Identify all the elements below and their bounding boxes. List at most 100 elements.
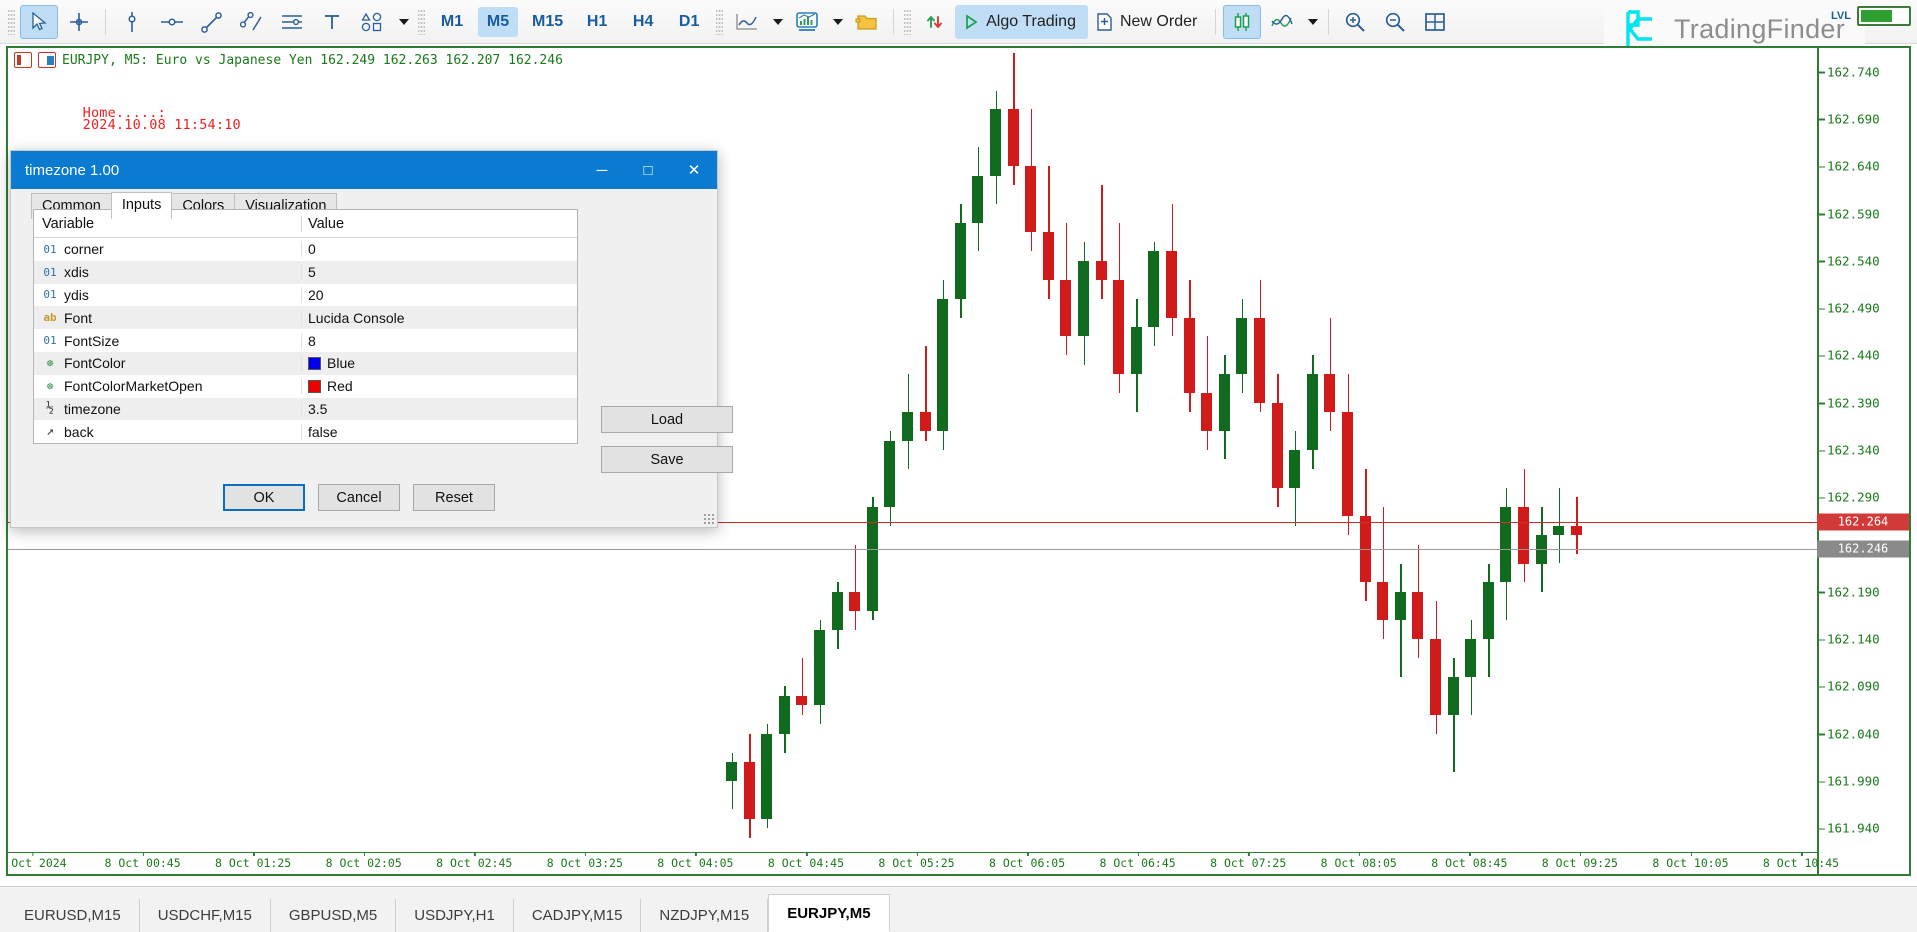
price-tick: 162.290 [1827, 490, 1880, 505]
input-variable-cell: 01xdis [34, 264, 301, 280]
timeframe-h1[interactable]: H1 [577, 7, 617, 37]
candle-body [849, 592, 860, 611]
timeframe-grip[interactable] [418, 9, 425, 35]
input-row-corner[interactable]: 01corner0 [34, 238, 577, 261]
trade-grip[interactable] [904, 9, 911, 35]
timeframe-m1[interactable]: M1 [432, 7, 472, 37]
zoom-out-icon[interactable] [1376, 5, 1414, 39]
input-value-cell[interactable]: Blue [301, 355, 577, 371]
symbol-tab-cadjpy-m15[interactable]: CADJPY,M15 [514, 899, 642, 932]
timeframe-m15[interactable]: M15 [524, 7, 571, 37]
input-value-cell[interactable]: 8 [301, 333, 577, 349]
input-value-text: 0 [308, 241, 316, 257]
session-row-home: Home.....: 2024.10.08 11:54:10 [16, 94, 241, 143]
candle-body [1219, 374, 1230, 431]
type-num-icon: 01 [42, 266, 58, 279]
input-value-cell[interactable]: Red [301, 378, 577, 394]
indicators-icon[interactable] [788, 5, 826, 39]
candle-body [1342, 412, 1353, 516]
symbol-tab-eurjpy-m5[interactable]: EURJPY,M5 [768, 894, 889, 932]
input-value-cell[interactable]: 0 [301, 241, 577, 257]
symbol-tab-eurusd-m15[interactable]: EURUSD,M15 [6, 899, 140, 932]
timeframe-h4[interactable]: H4 [623, 7, 663, 37]
text-tool-button[interactable] [313, 5, 351, 39]
candle-wick [855, 545, 857, 630]
cursor-tool-button[interactable] [20, 5, 58, 39]
candlesticks-icon[interactable] [1223, 5, 1261, 39]
candle-body [1483, 582, 1494, 639]
input-row-ydis[interactable]: 01ydis20 [34, 284, 577, 307]
symbol-tab-gbpusd-m5[interactable]: GBPUSD,M5 [271, 899, 396, 932]
input-row-fontcolormarketopen[interactable]: ☸FontColorMarketOpenRed [34, 375, 577, 398]
line-chart-icon[interactable] [728, 5, 766, 39]
input-row-fontcolor[interactable]: ☸FontColorBlue [34, 352, 577, 375]
input-row-fontsize[interactable]: 01FontSize8 [34, 329, 577, 352]
dialog-titlebar[interactable]: timezone 1.00 ─ □ ✕ [11, 151, 717, 189]
ea-properties-dialog[interactable]: timezone 1.00 ─ □ ✕ Common Inputs Colors… [10, 150, 718, 528]
input-variable-cell: ☸FontColor [34, 355, 301, 371]
candle-body [779, 696, 790, 734]
dialog-resize-grip[interactable] [703, 513, 715, 525]
shapes-dropdown-arrow[interactable] [393, 5, 413, 39]
load-button[interactable]: Load [601, 406, 733, 433]
candle-body [1184, 318, 1195, 394]
charts-grip[interactable] [716, 9, 723, 35]
oscillator-dropdown-arrow[interactable] [1303, 5, 1321, 39]
time-tick: 8 Oct 09:25 [1542, 856, 1618, 870]
price-axis[interactable]: 162.740162.690162.640162.590162.540162.4… [1817, 48, 1909, 874]
ok-button[interactable]: OK [223, 484, 305, 511]
input-row-font[interactable]: abFontLucida Console [34, 306, 577, 329]
ask-price-tag: 162.246 [1817, 540, 1909, 557]
input-value-cell[interactable]: 20 [301, 287, 577, 303]
shapes-tool-button[interactable] [353, 5, 391, 39]
crosshair-tool-button[interactable] [60, 5, 98, 39]
save-button[interactable]: Save [601, 446, 733, 473]
horizontal-line-tool-button[interactable] [153, 5, 191, 39]
session-value-home: 2024.10.08 11:54:10 [83, 117, 241, 133]
algo-trading-button[interactable]: Algo Trading [955, 5, 1088, 39]
equidistant-channel-tool-button[interactable] [273, 5, 311, 39]
cancel-button[interactable]: Cancel [318, 484, 400, 511]
input-value-text: Red [327, 378, 353, 394]
candle-body [1272, 403, 1283, 488]
input-value-text: 20 [308, 287, 324, 303]
time-tick: 8 Oct 05:25 [878, 856, 954, 870]
input-row-timezone[interactable]: ½timezone3.5 [34, 398, 577, 421]
tab-inputs[interactable]: Inputs [111, 192, 173, 219]
indicators-dropdown-arrow[interactable] [828, 5, 846, 39]
trendline-tool-button[interactable] [193, 5, 231, 39]
open-data-folder-icon[interactable] [848, 5, 886, 39]
inputs-grid[interactable]: Variable Value 01corner001xdis501ydis20a… [33, 209, 578, 444]
input-value-cell[interactable]: false [301, 424, 577, 440]
timeframe-d1[interactable]: D1 [669, 7, 709, 37]
timeframe-m5[interactable]: M5 [478, 7, 518, 37]
price-tick: 162.640 [1827, 159, 1880, 174]
new-order-button[interactable]: New Order [1088, 5, 1209, 39]
close-button[interactable]: ✕ [671, 151, 717, 189]
reset-button[interactable]: Reset [413, 484, 495, 511]
symbol-tab-nzdjpy-m15[interactable]: NZDJPY,M15 [641, 899, 768, 932]
zoom-in-icon[interactable] [1336, 5, 1374, 39]
polyline-tool-button[interactable] [233, 5, 271, 39]
time-axis[interactable]: 8 Oct 20248 Oct 00:458 Oct 01:258 Oct 02… [8, 852, 1817, 874]
input-row-back[interactable]: ↗backfalse [34, 420, 577, 443]
maximize-button[interactable]: □ [625, 151, 671, 189]
input-row-xdis[interactable]: 01xdis5 [34, 261, 577, 284]
minimize-button[interactable]: ─ [579, 151, 625, 189]
symbol-tab-usdjpy-h1[interactable]: USDJPY,H1 [396, 899, 514, 932]
input-value-cell[interactable]: 3.5 [301, 401, 577, 417]
input-variable-cell: ↗back [34, 424, 301, 440]
autoscroll-icon[interactable] [916, 5, 954, 39]
toolbar-grip[interactable] [8, 9, 15, 35]
symbol-tab-usdchf-m15[interactable]: USDCHF,M15 [140, 899, 271, 932]
candle-body [1043, 232, 1054, 279]
input-value-cell[interactable]: 5 [301, 264, 577, 280]
candle-body [1289, 450, 1300, 488]
candle-body [1060, 280, 1071, 337]
tile-windows-icon[interactable] [1416, 5, 1454, 39]
input-variable-cell: abFont [34, 310, 301, 326]
oscillator-icon[interactable] [1263, 5, 1301, 39]
line-chart-dropdown-arrow[interactable] [768, 5, 786, 39]
vertical-line-tool-button[interactable] [113, 5, 151, 39]
input-value-cell[interactable]: Lucida Console [301, 310, 577, 326]
